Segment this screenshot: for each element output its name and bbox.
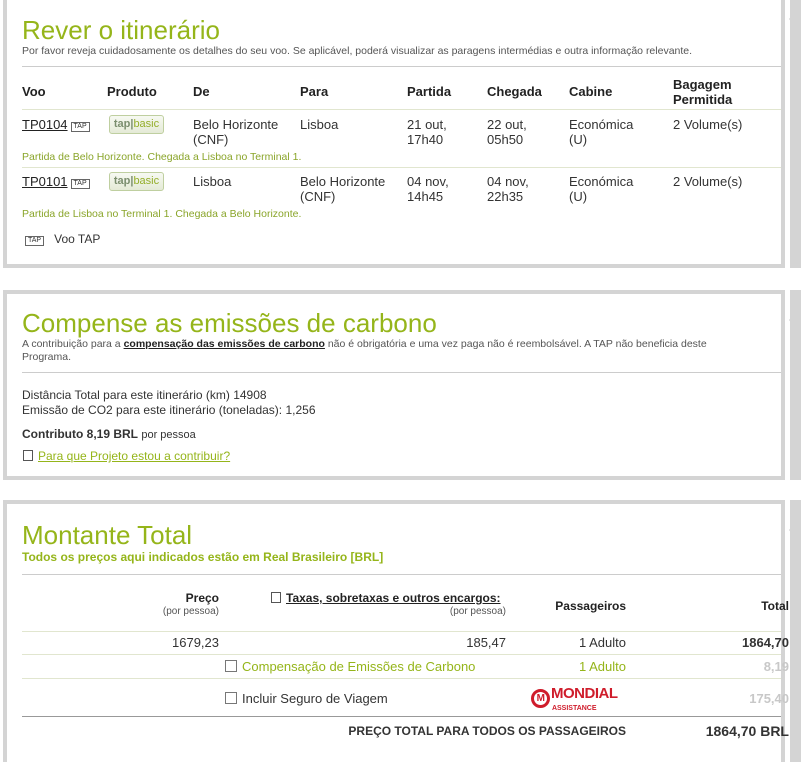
divider — [22, 109, 781, 110]
col-header-to: Para — [300, 84, 329, 99]
contribution-suffix: por pessoa — [141, 429, 196, 441]
flight-note: Partida de Lisboa no Terminal 1. Chegada… — [22, 208, 302, 220]
insurance-option-total: 175,40 — [749, 691, 789, 706]
contribution: Contributo 8,19 BRL por pessoa — [22, 427, 196, 441]
grand-total-label: PREÇO TOTAL PARA TODOS OS PASSAGEIROS — [348, 724, 626, 738]
col-header-total: Total — [761, 599, 789, 613]
divider — [22, 574, 781, 575]
row-price: 1679,23 — [172, 635, 219, 650]
contribution-amount: Contributo 8,19 BRL — [22, 427, 138, 441]
carbon-option-label[interactable]: Compensação de Emissões de Carbono — [242, 659, 475, 674]
divider — [22, 66, 781, 67]
flight-departure: 04 nov, 14h45 — [407, 174, 449, 204]
insurance-checkbox[interactable] — [225, 692, 237, 704]
product-brand: tap — [113, 175, 131, 187]
flight-number-link[interactable]: TP0104 TAP — [22, 117, 90, 132]
total-title: Montante Total — [22, 520, 193, 550]
panel-notch — [789, 5, 800, 33]
divider — [22, 678, 781, 679]
total-subtitle: Todos os preços aqui indicados estão em … — [22, 550, 384, 564]
col-header-passengers: Passageiros — [555, 599, 626, 613]
col-header-price-sub: (por pessoa) — [162, 606, 219, 617]
mondial-brand: MONDIAL — [551, 685, 618, 702]
mondial-logo-mark: M — [531, 689, 550, 708]
flight-to: Lisboa — [300, 117, 339, 132]
col-header-taxes[interactable]: Taxas, sobretaxas e outros encargos: — [271, 591, 501, 605]
project-link-row[interactable]: Para que Projeto estou a contribuir? — [23, 449, 230, 463]
flight-to: Belo Horizonte (CNF) — [300, 174, 386, 204]
carbon-compensation-link[interactable]: compensação das emissões de carbono — [124, 338, 325, 350]
col-header-from: De — [193, 84, 210, 99]
carbon-option-total: 8,19 — [763, 659, 789, 674]
total-panel: Montante Total Todos os preços aqui indi… — [3, 500, 789, 762]
divider — [22, 631, 781, 632]
legend-label: Voo TAP — [54, 232, 101, 246]
col-header-cabin: Cabine — [569, 84, 613, 99]
row-passengers: 1 Adulto — [579, 635, 626, 650]
divider — [22, 654, 781, 655]
flight-baggage: 2 Volume(s) — [673, 117, 743, 132]
tap-badge-icon: TAP — [25, 236, 45, 246]
tap-badge-icon: TAP — [70, 179, 90, 189]
tap-badge-icon: TAP — [70, 122, 90, 132]
flight-arrival: 22 out, 05h50 — [487, 117, 527, 147]
document-icon — [271, 592, 281, 603]
product-brand: tap — [113, 118, 131, 130]
flight-number[interactable]: TP0104 — [22, 117, 68, 132]
flight-cabin: Económica (U) — [569, 174, 634, 204]
col-header-flight: Voo — [22, 84, 46, 99]
divider — [22, 372, 781, 373]
taxes-link[interactable]: Taxas, sobretaxas e outros encargos: — [286, 591, 501, 605]
flight-note: Partida de Belo Horizonte. Chegada a Lis… — [22, 151, 302, 163]
carbon-checkbox[interactable] — [225, 660, 237, 672]
panel-notch — [789, 516, 800, 544]
itinerary-panel: Rever o itinerário Por favor reveja cuid… — [3, 0, 785, 268]
sidebar-strip — [790, 0, 801, 268]
flight-number[interactable]: TP0101 — [22, 174, 68, 189]
flight-cabin: Económica (U) — [569, 117, 634, 147]
carbon-intro-text: A contribuição para a — [22, 338, 124, 350]
carbon-option-passengers: 1 Adulto — [579, 659, 626, 674]
divider — [22, 716, 781, 717]
col-header-taxes-sub: (por pessoa) — [449, 606, 506, 617]
row-total: 1864,70 — [742, 635, 789, 650]
grand-total-value: 1864,70 BRL — [705, 723, 789, 739]
flight-arrival: 04 nov, 22h35 — [487, 174, 529, 204]
panel-notch — [789, 306, 800, 334]
emission-line: Emissão de CO2 para este itinerário (ton… — [22, 403, 316, 417]
flight-number-link[interactable]: TP0101 TAP — [22, 174, 90, 189]
product-tier: basic — [133, 175, 160, 187]
col-header-baggage: Bagagem Permitida — [673, 77, 733, 107]
flight-from: Belo Horizonte (CNF) — [193, 117, 279, 147]
itinerary-title: Rever o itinerário — [22, 15, 220, 45]
document-icon — [23, 450, 33, 461]
insurance-option-label[interactable]: Incluir Seguro de Viagem — [242, 691, 388, 706]
itinerary-intro: Por favor reveja cuidadosamente os detal… — [22, 45, 693, 57]
mondial-assistance-logo: M MONDIAL ASSISTANCE — [531, 685, 618, 712]
product-tier: basic — [133, 118, 160, 130]
row-taxes: 185,47 — [466, 635, 506, 650]
divider — [22, 167, 781, 168]
carbon-panel: Compense as emissões de carbono A contri… — [3, 290, 785, 480]
col-header-departure: Partida — [407, 84, 452, 99]
col-header-product: Produto — [107, 84, 157, 99]
col-header-price: Preço — [185, 591, 219, 605]
legend: TAP Voo TAP — [25, 232, 100, 246]
product-badge: tap|basic — [109, 115, 164, 134]
project-link[interactable]: Para que Projeto estou a contribuir? — [38, 449, 230, 463]
flight-departure: 21 out, 17h40 — [407, 117, 447, 147]
flight-baggage: 2 Volume(s) — [673, 174, 743, 189]
col-header-arrival: Chegada — [487, 84, 542, 99]
flight-from: Lisboa — [193, 174, 232, 189]
product-badge: tap|basic — [109, 172, 164, 191]
carbon-intro: A contribuição para a compensação das em… — [22, 338, 742, 364]
distance-line: Distância Total para este itinerário (km… — [22, 388, 267, 402]
carbon-title: Compense as emissões de carbono — [22, 308, 437, 338]
